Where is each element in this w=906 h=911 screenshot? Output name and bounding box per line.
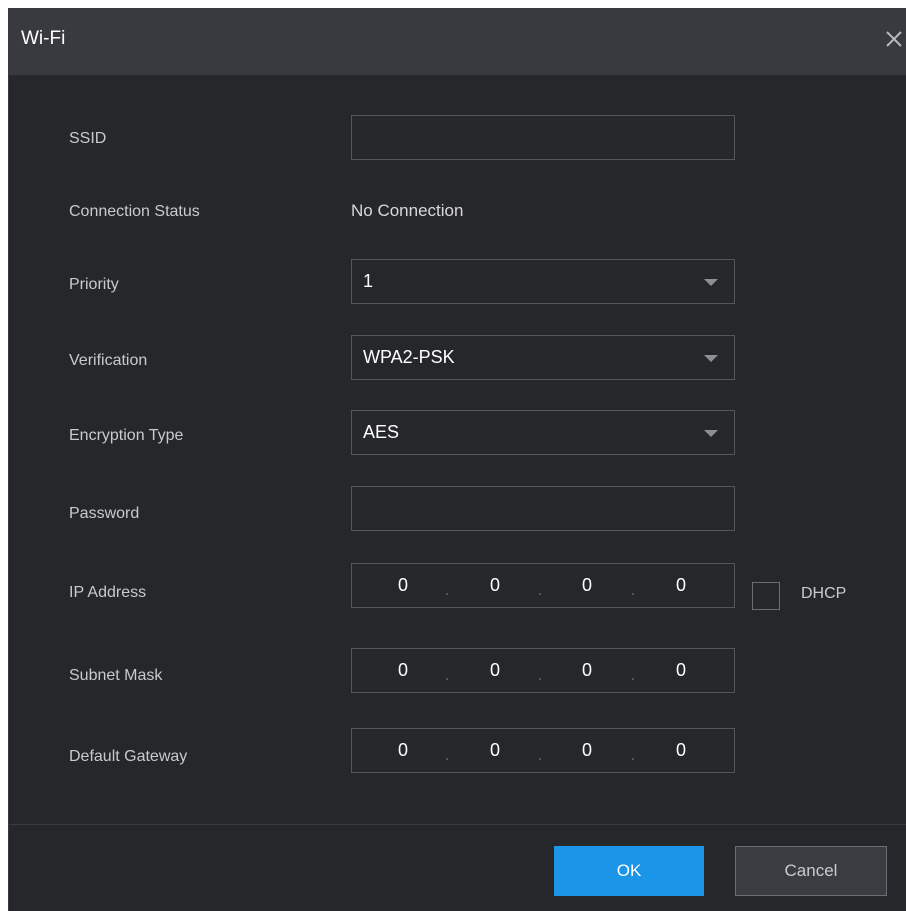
ip-octet-1[interactable]: 0 — [383, 575, 423, 596]
ip-dot: . — [630, 747, 636, 764]
verification-label: Verification — [69, 352, 148, 369]
subnet-octet-3[interactable]: 0 — [567, 660, 607, 681]
priority-label: Priority — [69, 276, 119, 293]
close-icon[interactable] — [881, 26, 906, 52]
verification-selected-value: WPA2-PSK — [363, 347, 455, 367]
ip-octet-2[interactable]: 0 — [475, 575, 515, 596]
subnet-octet-4[interactable]: 0 — [661, 660, 701, 681]
chevron-down-icon — [704, 279, 718, 286]
ssid-label: SSID — [69, 130, 107, 147]
ip-dot: . — [444, 747, 450, 764]
default-gateway-label: Default Gateway — [69, 748, 188, 765]
ip-dot: . — [630, 582, 636, 599]
default-gateway-input[interactable]: 0 . 0 . 0 . 0 — [351, 728, 735, 773]
subnet-mask-input[interactable]: 0 . 0 . 0 . 0 — [351, 648, 735, 693]
gateway-octet-4[interactable]: 0 — [661, 740, 701, 761]
subnet-mask-label: Subnet Mask — [69, 667, 163, 684]
gateway-octet-3[interactable]: 0 — [567, 740, 607, 761]
ok-button[interactable]: OK — [554, 846, 704, 896]
encryption-type-selected-value: AES — [363, 422, 400, 442]
dhcp-checkbox[interactable] — [752, 582, 780, 610]
ip-dot: . — [630, 667, 636, 684]
dhcp-label: DHCP — [801, 585, 847, 602]
verification-select[interactable]: WPA2-PSK — [351, 335, 735, 380]
subnet-octet-1[interactable]: 0 — [383, 660, 423, 681]
ip-address-label: IP Address — [69, 584, 147, 601]
chevron-down-icon — [704, 430, 718, 437]
priority-selected-value: 1 — [363, 271, 374, 291]
ip-octet-4[interactable]: 0 — [661, 575, 701, 596]
footer-divider — [9, 824, 906, 825]
ip-octet-3[interactable]: 0 — [567, 575, 607, 596]
password-label: Password — [69, 505, 140, 522]
ip-address-input[interactable]: 0 . 0 . 0 . 0 — [351, 563, 735, 608]
wifi-dialog: Wi-Fi SSID Connection Status No Connecti… — [8, 8, 906, 911]
gateway-octet-2[interactable]: 0 — [475, 740, 515, 761]
priority-select[interactable]: 1 — [351, 259, 735, 304]
chevron-down-icon — [704, 355, 718, 362]
ip-dot: . — [537, 582, 543, 599]
ip-dot: . — [444, 667, 450, 684]
connection-status-label: Connection Status — [69, 203, 200, 220]
connection-status-value: No Connection — [351, 201, 464, 220]
password-input[interactable] — [351, 486, 735, 531]
dialog-titlebar: Wi-Fi — [9, 8, 906, 75]
encryption-type-label: Encryption Type — [69, 427, 184, 444]
ip-dot: . — [537, 667, 543, 684]
dialog-title: Wi-Fi — [21, 28, 66, 49]
ip-dot: . — [537, 747, 543, 764]
subnet-octet-2[interactable]: 0 — [475, 660, 515, 681]
ip-dot: . — [444, 582, 450, 599]
cancel-button[interactable]: Cancel — [735, 846, 887, 896]
ssid-input[interactable] — [351, 115, 735, 160]
encryption-type-select[interactable]: AES — [351, 410, 735, 455]
gateway-octet-1[interactable]: 0 — [383, 740, 423, 761]
